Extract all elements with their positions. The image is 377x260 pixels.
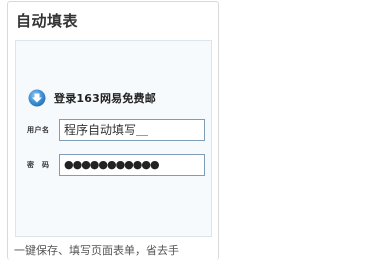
username-row: 用户名 程序自动填写＿ (27, 119, 205, 141)
autofill-card[interactable]: 自动填表 登录163网易免费邮 用户名 程序自动填写＿ 密 码 ●●●●●●●●… (7, 1, 219, 260)
password-label: 密 码 (27, 161, 50, 169)
login-title: 登录163网易免费邮 (54, 92, 156, 105)
preview-panel: 登录163网易免费邮 用户名 程序自动填写＿ 密 码 ●●●●●●●●●●● (15, 40, 212, 237)
login-header: 登录163网易免费邮 (28, 88, 156, 108)
password-field[interactable]: ●●●●●●●●●●● (59, 154, 205, 176)
card-description: 一键保存、填写页面表单，省去手 (14, 244, 179, 257)
down-arrow-circle-icon (28, 89, 46, 107)
card-title: 自动填表 (16, 12, 79, 30)
username-label: 用户名 (27, 126, 50, 134)
username-field[interactable]: 程序自动填写＿ (59, 119, 205, 141)
password-row: 密 码 ●●●●●●●●●●● (27, 154, 205, 176)
